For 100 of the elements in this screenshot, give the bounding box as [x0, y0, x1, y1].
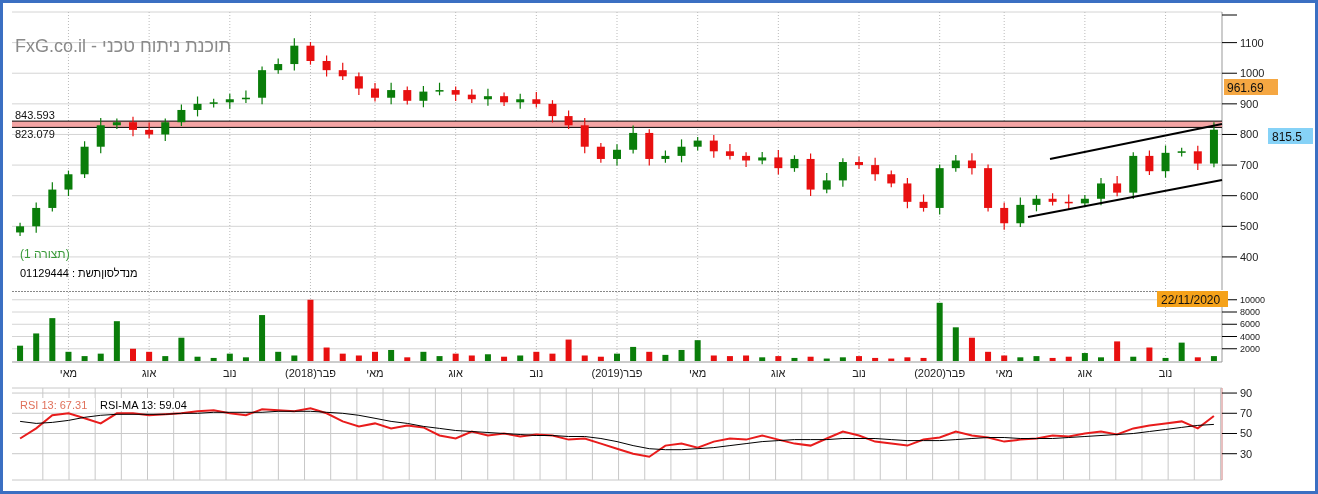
volume-bar [549, 353, 556, 361]
candlestick [1016, 196, 1025, 228]
price-badge: 961.69 [1224, 79, 1278, 95]
axis-date-label: אוג [448, 367, 463, 379]
axis-date-label: אוג [1077, 367, 1093, 379]
axis-date-label: אוג [141, 367, 157, 379]
volume-bar [791, 357, 798, 361]
level-label: 843.593 [15, 109, 55, 122]
candlestick [984, 163, 993, 213]
candlestick [1209, 121, 1218, 168]
axis-tick-label: 800 [1240, 128, 1259, 141]
volume-bar [146, 351, 153, 361]
axis-tick-label: 8000 [1240, 307, 1261, 317]
candlestick [161, 117, 170, 142]
candlestick [225, 93, 234, 110]
candlestick [467, 88, 476, 104]
price-badge: 815.5 [1268, 128, 1313, 144]
axis-date-label: מאי [995, 367, 1013, 379]
candlestick [338, 62, 347, 81]
candlestick [871, 157, 880, 182]
candlestick [500, 91, 509, 107]
axis-tick-label: 50 [1240, 427, 1253, 440]
candlestick [629, 125, 638, 155]
candlestick [645, 128, 654, 166]
axis-date-label: מאי [59, 367, 78, 379]
volume-bar [1146, 347, 1153, 361]
candlestick [806, 152, 815, 197]
volume-bar [210, 357, 217, 361]
volume-bar [113, 321, 120, 361]
candlestick [661, 149, 670, 164]
candlestick [483, 88, 492, 107]
axis-tick-label: 4000 [1240, 331, 1261, 342]
volume-bar [1033, 356, 1040, 361]
candlestick [241, 89, 250, 104]
level-label: 823.079 [15, 128, 55, 141]
candlestick [564, 110, 573, 130]
candlestick [790, 154, 799, 173]
candlestick [274, 57, 283, 75]
candlestick [387, 82, 396, 105]
volume-bar [920, 357, 927, 361]
axis-date-label: מאי [689, 367, 707, 379]
candlestick [887, 170, 896, 188]
candlestick [193, 95, 202, 117]
volume-bar [339, 353, 346, 361]
volume-bar [775, 356, 782, 361]
candlestick [403, 85, 412, 106]
axis-tick-label: 30 [1240, 447, 1253, 460]
volume-bar [985, 351, 992, 361]
axis-date-label: נוב [1158, 367, 1173, 379]
candlestick [1048, 192, 1057, 207]
volume-bar [1049, 357, 1056, 361]
volume-bar [1194, 357, 1201, 361]
candlestick [258, 65, 267, 105]
candlestick [613, 143, 621, 166]
candlestick [1097, 177, 1105, 206]
candlestick [935, 163, 944, 215]
volume-bar [952, 327, 959, 361]
candlestick [532, 91, 541, 109]
volume-bar [1210, 356, 1217, 361]
candlestick [951, 154, 960, 173]
volume-bar [710, 355, 717, 361]
candlestick [822, 172, 831, 194]
volume-bar [1001, 355, 1008, 361]
axis-tick-label: 500 [1240, 220, 1259, 233]
volume-bar [452, 353, 459, 361]
axis-date-label: מאי [366, 367, 384, 379]
candlestick [725, 143, 734, 161]
volume-bar [291, 355, 298, 361]
volume-bar [323, 347, 330, 361]
axis-date-label: נוב [222, 367, 237, 379]
candlestick [419, 85, 428, 108]
volume-bar [936, 302, 943, 361]
axis-date-label: נוב [529, 367, 544, 379]
volume-bar [888, 358, 895, 361]
chart-title: FxG.co.il - תוכנת ניתוח טכני [15, 36, 232, 56]
axis-tick-label: 6000 [1240, 319, 1261, 330]
candlestick [354, 72, 363, 96]
volume-bar [807, 356, 814, 361]
candlestick [435, 82, 444, 96]
axis-tick-label: 1000 [1240, 67, 1265, 80]
volume-bar [226, 353, 233, 361]
volume-bar [565, 339, 572, 361]
volume-bar [468, 355, 475, 361]
volume-bar [65, 351, 72, 361]
candlestick [758, 151, 767, 165]
candlestick [290, 37, 299, 72]
candlestick [516, 93, 525, 110]
candlestick [1064, 193, 1073, 211]
volume-bar [872, 357, 879, 361]
candlestick [1113, 175, 1122, 197]
volume-bar [420, 351, 427, 361]
candlestick [548, 99, 557, 124]
volume-bar [275, 351, 282, 361]
volume-bar [614, 353, 620, 361]
candlestick [177, 103, 186, 127]
volume-bar [759, 357, 766, 361]
volume-bar [694, 340, 701, 361]
volume-bar [823, 358, 830, 361]
volume-bar [1162, 357, 1169, 361]
configuration-label: (תצורה 1) [20, 247, 70, 261]
